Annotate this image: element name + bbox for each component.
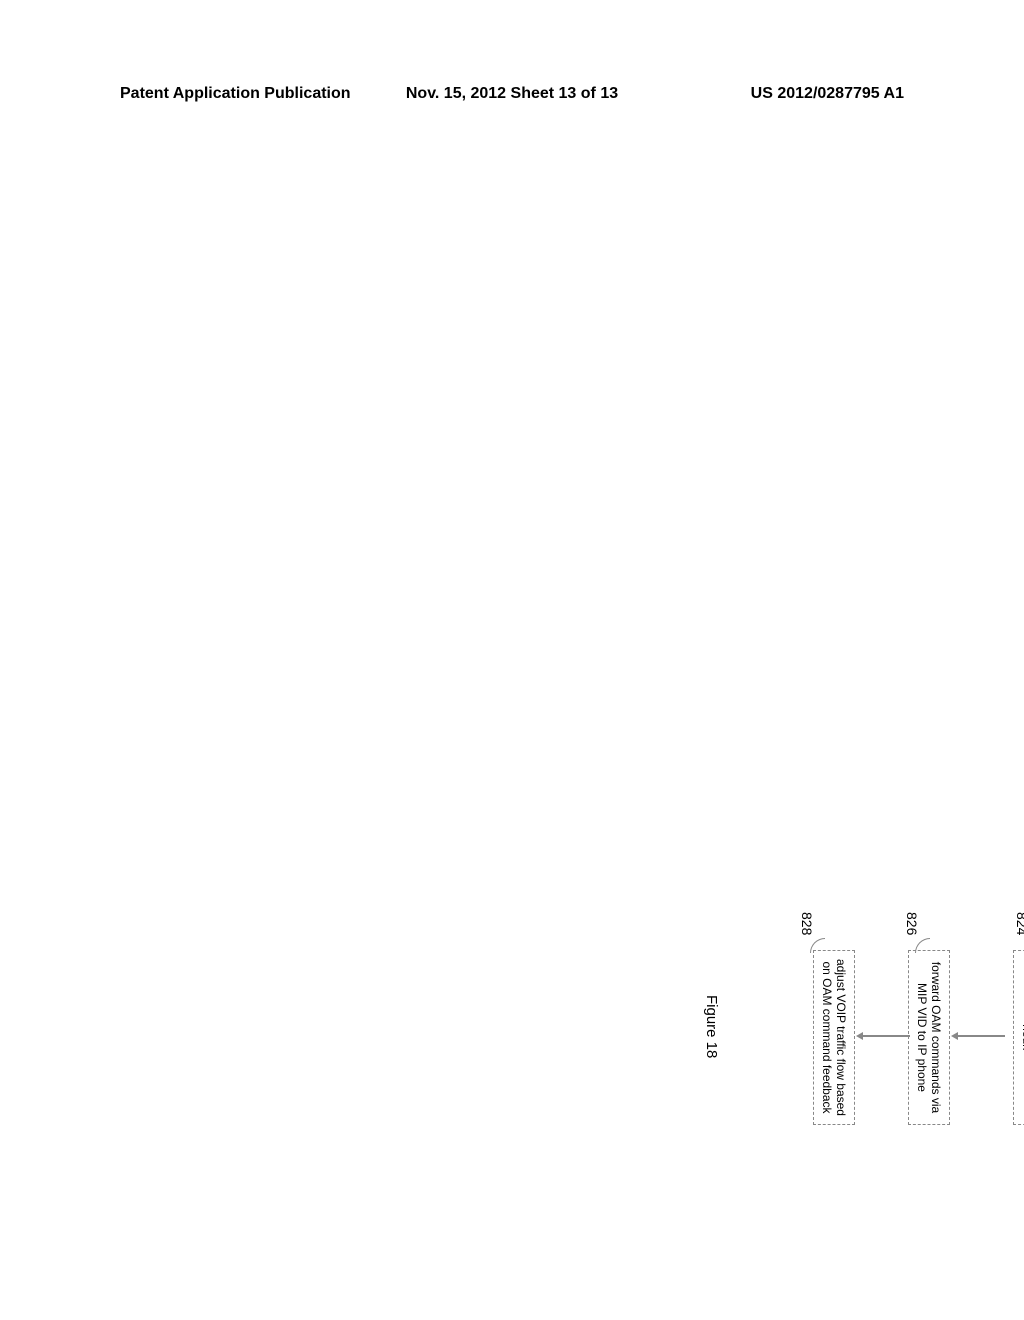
- page-header: Patent Application Publication Nov. 15, …: [0, 85, 1024, 103]
- step-828: adjust VOIP traffic flow based on OAM co…: [813, 950, 855, 1125]
- ref-824: 824: [1014, 912, 1024, 935]
- header-left: Patent Application Publication: [120, 85, 381, 103]
- header-center: Nov. 15, 2012 Sheet 13 of 13: [381, 85, 642, 103]
- ref-828: 828: [799, 912, 815, 935]
- header-right: US 2012/0287795 A1: [643, 85, 904, 103]
- ref-curve-828: [810, 938, 825, 953]
- arrow-824-826: [957, 1035, 1005, 1037]
- ref-826: 826: [904, 912, 920, 935]
- step-826: forward OAM commands via MIP VID to IP p…: [908, 950, 950, 1125]
- arrow-826-828: [862, 1035, 910, 1037]
- step-824: Resolve IP command to series of OAM comm…: [1013, 950, 1024, 1125]
- figure18-caption: Figure 18: [703, 995, 720, 1058]
- figure-17: server bridge access box IP Phone monito…: [1020, 355, 1024, 835]
- diagram-container: server bridge access box IP Phone monito…: [350, 355, 1024, 1125]
- figure-18: Receive IP command at server, "monitor d…: [630, 920, 1024, 1140]
- ref-curve-826: [915, 938, 930, 953]
